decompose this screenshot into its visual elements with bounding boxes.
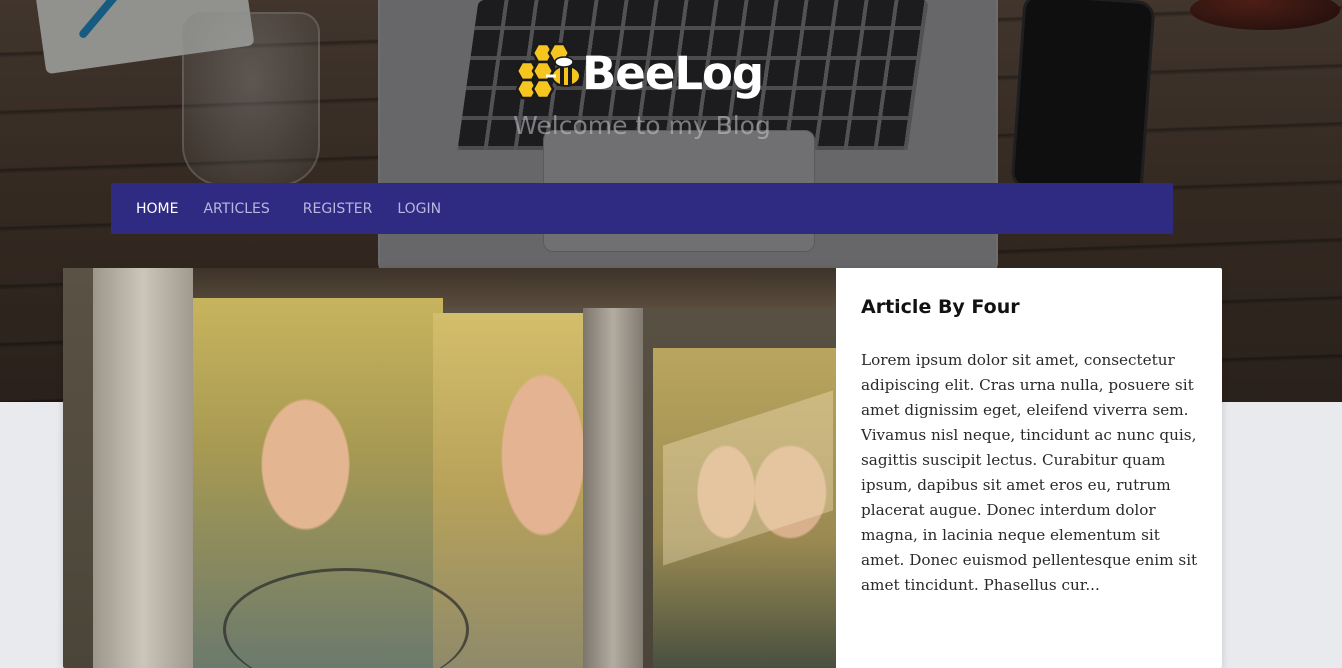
article-body: Article By Four Lorem ipsum dolor sit am… xyxy=(836,268,1222,668)
nav-articles[interactable]: ARTICLES xyxy=(203,201,269,217)
nav-home[interactable]: HOME xyxy=(136,201,178,217)
honeycomb-bee-icon xyxy=(515,40,584,106)
article-excerpt: Lorem ipsum dolor sit amet, consectetur … xyxy=(861,351,1198,594)
nav-login[interactable]: LOGIN xyxy=(397,201,441,217)
article-card[interactable]: Article By Four Lorem ipsum dolor sit am… xyxy=(63,268,1222,668)
article-image[interactable] xyxy=(63,268,836,668)
article-title[interactable]: Article By Four xyxy=(861,296,1198,318)
nav-register[interactable]: REGISTER xyxy=(303,201,373,217)
site-tagline: Welcome to my Blog xyxy=(513,111,771,140)
site-logo-link[interactable]: BeeLog xyxy=(515,40,776,106)
site-name: BeeLog xyxy=(582,46,764,100)
main-navbar: HOME ARTICLES REGISTER LOGIN xyxy=(111,183,1173,234)
